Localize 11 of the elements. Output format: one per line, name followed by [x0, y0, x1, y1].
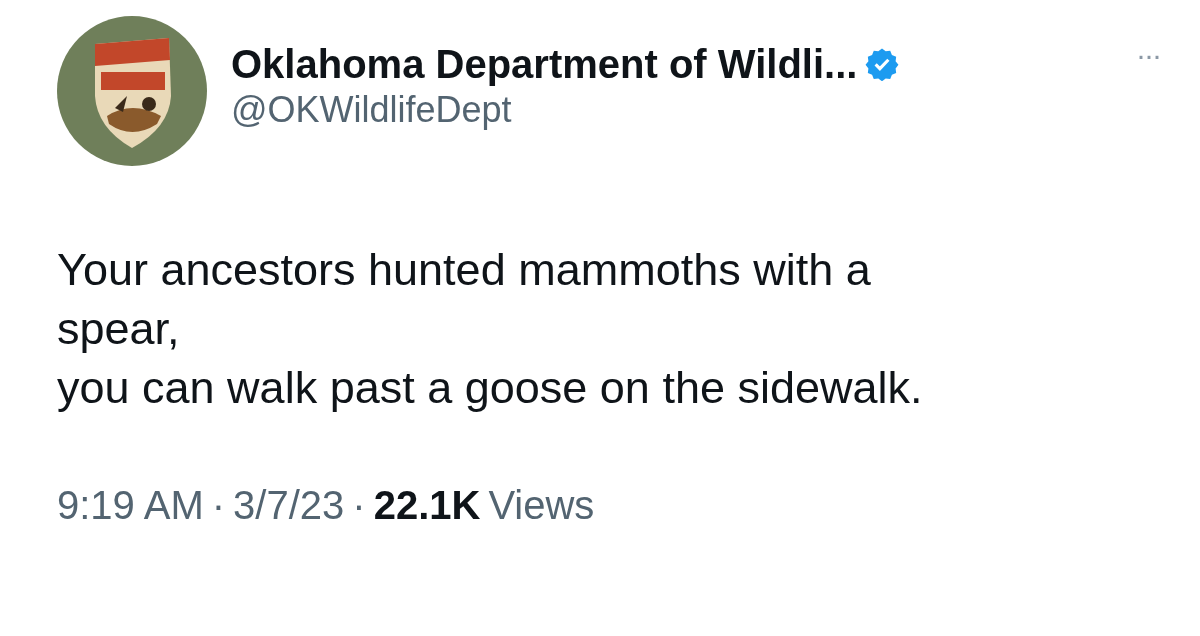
tweet-text-line: Your ancestors hunted mammoths with a	[57, 243, 872, 297]
post-time: 9:19 AM	[57, 482, 204, 529]
separator: ·	[352, 482, 366, 529]
account-name[interactable]: Oklahoma Department of Wildli...	[231, 40, 858, 88]
tweet-text-line: you can walk past a goose on the sidewalk.	[57, 361, 924, 415]
views-label: Views	[488, 482, 595, 529]
separator: ·	[211, 482, 226, 529]
tweet-text-line: spear,	[57, 302, 181, 356]
views-count: 22.1K	[373, 482, 481, 529]
post-date: 3/7/23	[233, 482, 345, 529]
account-handle: @OKWildlifeDept	[231, 88, 513, 132]
